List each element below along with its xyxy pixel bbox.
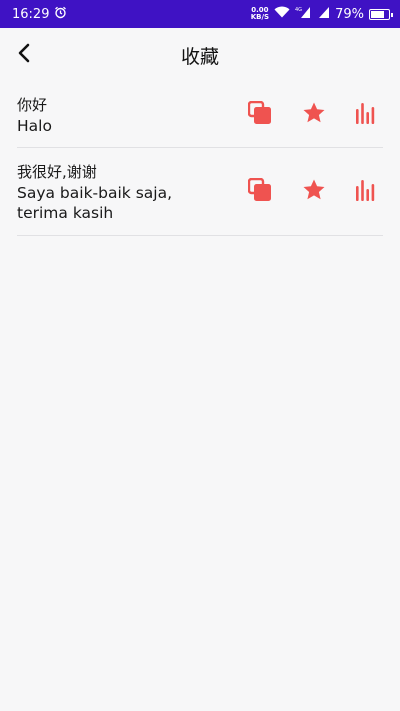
- alarm-icon: [54, 6, 67, 23]
- header: 收藏: [0, 28, 400, 82]
- list-item: 我很好,谢谢 Saya baik-baik saja, terima kasih: [17, 148, 383, 236]
- battery-icon: [369, 8, 393, 20]
- phrase-translation: Halo: [17, 116, 52, 135]
- play-audio-button[interactable]: [349, 175, 383, 209]
- copy-button[interactable]: [243, 175, 277, 209]
- favorite-star-button[interactable]: [297, 98, 331, 132]
- status-bar: 16:29 0.00 KB/S 4G 79%: [0, 0, 400, 28]
- copy-icon: [247, 100, 272, 129]
- signal-4g-icon: 4G: [295, 6, 311, 22]
- battery-percent: 79%: [335, 6, 364, 22]
- svg-text:4G: 4G: [295, 7, 302, 13]
- page-title: 收藏: [180, 45, 219, 68]
- phrase-text: 我很好,谢谢 Saya baik-baik saja, terima kasih: [17, 161, 227, 223]
- battery-fill: [371, 10, 384, 18]
- row-actions: [243, 175, 383, 209]
- net-speed: 0.00 KB/S: [251, 7, 269, 21]
- phrase-chinese: 我很好,谢谢: [17, 162, 97, 181]
- status-time: 16:29: [12, 6, 50, 22]
- favorite-star-button[interactable]: [297, 175, 331, 209]
- play-audio-button[interactable]: [349, 98, 383, 132]
- phrase-translation: Saya baik-baik saja, terima kasih: [17, 183, 172, 222]
- star-icon: [302, 178, 326, 206]
- audio-bars-icon: [355, 101, 377, 129]
- status-left: 16:29: [12, 6, 67, 23]
- status-right: 0.00 KB/S 4G 79%: [251, 6, 393, 22]
- row-actions: [243, 98, 383, 132]
- audio-bars-icon: [355, 178, 377, 206]
- copy-button[interactable]: [243, 98, 277, 132]
- phrase-text: 你好 Halo: [17, 94, 227, 136]
- favorites-list: 你好 Halo 我很好,谢谢 Saya baik-baik saja, teri…: [17, 82, 383, 236]
- net-speed-unit: KB/S: [250, 13, 270, 21]
- wifi-icon: [274, 6, 290, 22]
- star-icon: [302, 101, 326, 129]
- copy-icon: [247, 177, 272, 206]
- signal-icon: [316, 6, 330, 22]
- chevron-left-icon: [17, 43, 31, 67]
- phrase-chinese: 你好: [17, 95, 48, 114]
- list-item: 你好 Halo: [17, 82, 383, 148]
- back-button[interactable]: [10, 39, 38, 71]
